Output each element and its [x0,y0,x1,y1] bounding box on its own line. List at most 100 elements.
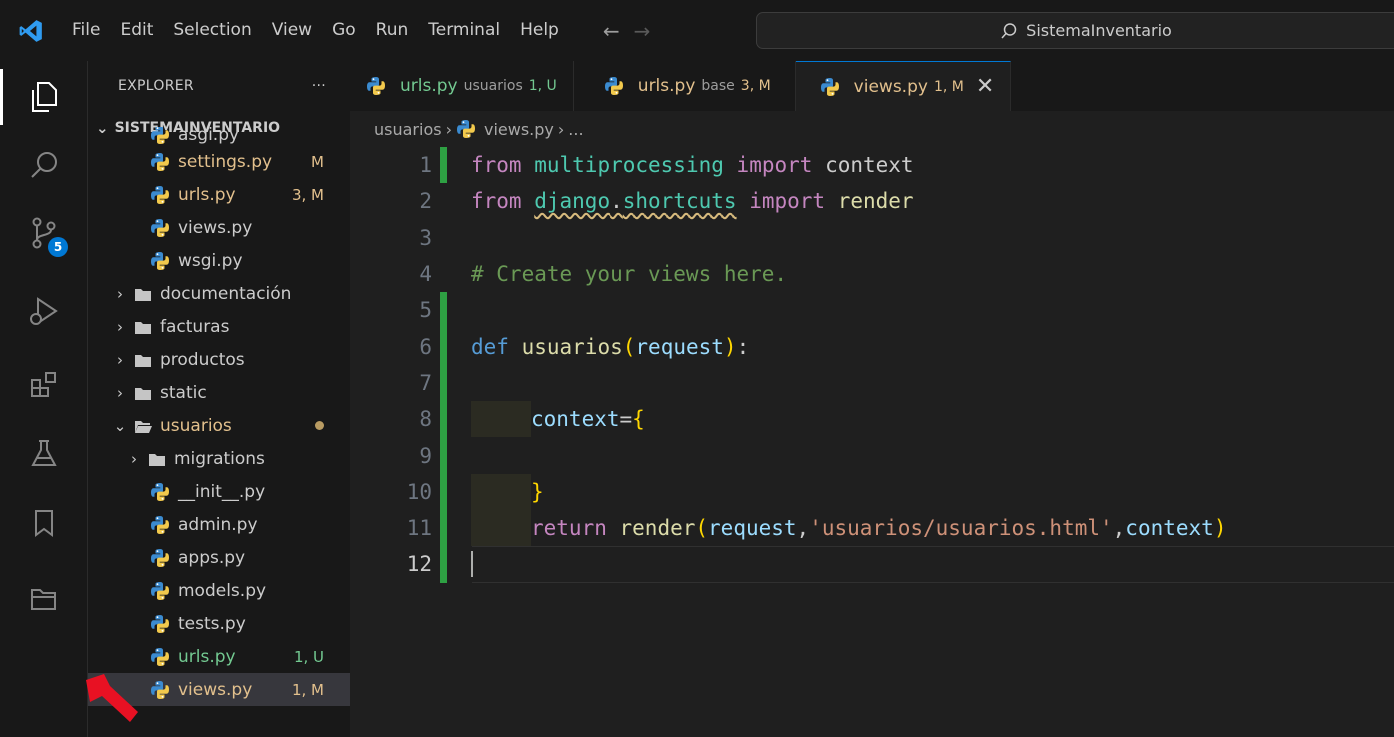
menu-help[interactable]: Help [510,0,569,61]
python-file-icon [150,581,170,601]
git-added-marker [440,401,447,438]
title-bar: File Edit Selection View Go Run Terminal… [0,0,1394,61]
line-number: 4 [419,262,432,287]
folder-open-icon [134,419,152,433]
python-file-icon [150,548,170,568]
active-indicator [0,69,3,125]
python-file-icon [150,127,170,145]
tab-description: base [701,78,735,94]
testing-icon[interactable] [22,431,66,475]
git-added-marker [440,473,447,510]
whitespace-highlight [471,473,531,510]
whitespace-highlight [471,401,531,438]
extensions-icon[interactable] [22,363,66,407]
forward-arrow-icon[interactable]: → [634,19,651,43]
tree-item-urls-usuarios[interactable]: urls.py 1, U [88,640,350,673]
bookmarks-icon[interactable] [22,501,66,545]
command-center-search[interactable]: SistemaInventario [756,12,1394,49]
menu-file[interactable]: File [62,0,110,61]
tree-item-tests[interactable]: tests.py [88,607,350,640]
line-number: 8 [419,407,432,432]
menu-bar: File Edit Selection View Go Run Terminal… [62,0,569,61]
menu-view[interactable]: View [262,0,322,61]
tree-item-apps[interactable]: apps.py [88,541,350,574]
run-debug-icon[interactable] [22,289,66,333]
tree-folder-documentacion[interactable]: › documentación [88,277,350,310]
git-added-marker [440,147,447,184]
current-line-highlight [472,546,1394,583]
tree-item-models[interactable]: models.py [88,574,350,607]
editor-area: urls.py usuarios 1, U urls.py base 3, M … [350,61,1394,737]
line-number: 10 [406,479,432,504]
search-icon [1001,22,1017,38]
menu-run[interactable]: Run [366,0,419,61]
tab-views-usuarios[interactable]: views.py 1, M ✕ [795,61,1012,111]
code-line: 6 def usuarios(request): [350,328,1394,365]
tree-folder-migrations[interactable]: › migrations [88,442,350,475]
folder-icon [134,320,152,334]
search-icon[interactable] [22,143,66,187]
back-arrow-icon[interactable]: ← [603,19,620,43]
tree-folder-facturas[interactable]: › facturas [88,310,350,343]
code-line: 7 [350,364,1394,402]
git-added-marker [440,292,447,329]
tab-urls-base[interactable]: urls.py base 3, M [573,61,796,111]
vscode-logo-icon [0,0,62,61]
code-comment: # Create your views here. [471,262,788,287]
git-added-marker [440,437,447,474]
line-number: 6 [419,334,432,359]
source-control-icon[interactable]: 5 [22,211,68,257]
code-line: 5 [350,292,1394,329]
python-file-icon [366,76,386,96]
explorer-title: EXPLORER [118,78,194,94]
tree-folder-static[interactable]: › static [88,376,350,409]
menu-go[interactable]: Go [322,0,366,61]
python-file-icon [150,251,170,271]
tree-item-views-base[interactable]: views.py [88,211,350,244]
chevron-right-icon: › [117,350,123,369]
menu-selection[interactable]: Selection [163,0,261,61]
tree-item-init[interactable]: __init__.py [88,475,350,508]
tab-urls-usuarios[interactable]: urls.py usuarios 1, U [350,61,574,111]
chevron-right-icon: › [445,119,452,139]
red-arrow-annotation [86,674,138,722]
chevron-right-icon: › [557,119,565,139]
explorer-icon[interactable] [22,75,66,119]
breadcrumb-more[interactable]: ... [568,120,583,139]
tree-item-asgi[interactable]: asgi.py [88,127,350,145]
breadcrumb-file[interactable]: views.py [484,120,554,139]
tree-item-settings[interactable]: settings.py M [88,145,350,178]
python-file-icon [150,482,170,502]
folder-icon[interactable] [22,577,66,621]
folder-icon [134,386,152,400]
code-line: 10 } [350,473,1394,510]
breadcrumb-folder[interactable]: usuarios [374,120,442,139]
code-editor[interactable]: 1 from multiprocessing import context 2 … [350,147,1394,583]
tree-item-admin[interactable]: admin.py [88,508,350,541]
folder-icon [148,452,166,466]
tab-label: urls.py [400,76,458,96]
code-line: 1 from multiprocessing import context [350,147,1394,184]
tab-status: 3, M [740,78,771,94]
explorer-header: EXPLORER ··· [88,61,350,111]
python-file-icon [150,152,170,172]
menu-terminal[interactable]: Terminal [418,0,510,61]
python-file-icon [150,218,170,238]
activity-bar: 5 [0,61,88,737]
code-line-current: 12 [350,546,1394,583]
tree-folder-usuarios[interactable]: ⌄ usuarios [88,409,350,442]
tab-label: views.py [853,76,928,97]
python-file-icon [820,77,840,97]
code-line: 2 from django.shortcuts import render [350,183,1394,219]
tree-folder-productos[interactable]: › productos [88,343,350,376]
navigation-arrows: ← → [603,19,651,43]
tree-item-urls-base[interactable]: urls.py 3, M [88,178,350,211]
code-text: } [531,479,544,504]
close-icon[interactable]: ✕ [976,74,994,99]
tree-item-wsgi[interactable]: wsgi.py [88,244,350,277]
editor-tabs: urls.py usuarios 1, U urls.py base 3, M … [350,61,1394,111]
explorer-more-actions[interactable]: ··· [312,78,326,94]
python-file-icon [150,185,170,205]
code-line: 4 # Create your views here. [350,256,1394,292]
menu-edit[interactable]: Edit [110,0,163,61]
